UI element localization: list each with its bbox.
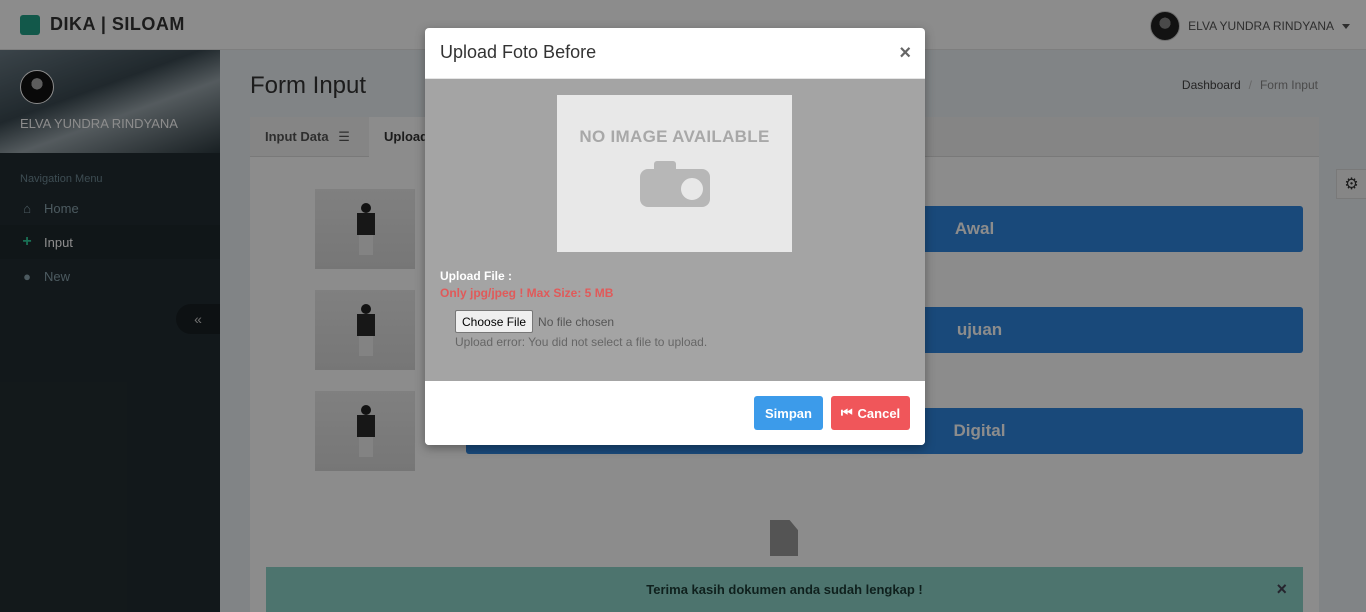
upload-error-message: Upload error: You did not select a file … [455, 335, 708, 349]
cancel-button[interactable]: ⏮ Cancel [831, 396, 910, 430]
choose-file-button[interactable]: Choose File [455, 310, 534, 333]
image-preview: NO IMAGE AVAILABLE [557, 95, 792, 252]
modal-footer: Simpan ⏮ Cancel [425, 381, 925, 445]
file-input[interactable]: Choose File No file chosen [455, 310, 614, 333]
modal-header: Upload Foto Before × [425, 28, 925, 79]
file-status: No file chosen [538, 314, 615, 329]
upload-file-label: Upload File : [440, 269, 512, 283]
upload-file-note: Only jpg/jpeg ! Max Size: 5 MB [440, 286, 614, 300]
upload-modal: Upload Foto Before × NO IMAGE AVAILABLE … [425, 28, 925, 445]
close-icon[interactable]: × [899, 42, 911, 64]
step-backward-icon: ⏮ [840, 405, 853, 420]
save-button-label: Simpan [765, 405, 812, 421]
cancel-button-label: Cancel [857, 405, 901, 421]
camera-icon [639, 161, 710, 207]
modal-body: NO IMAGE AVAILABLE Upload File : Only jp… [425, 79, 925, 381]
no-image-text: NO IMAGE AVAILABLE [579, 127, 770, 146]
modal-title: Upload Foto Before [440, 42, 597, 62]
save-button[interactable]: Simpan [754, 396, 823, 430]
